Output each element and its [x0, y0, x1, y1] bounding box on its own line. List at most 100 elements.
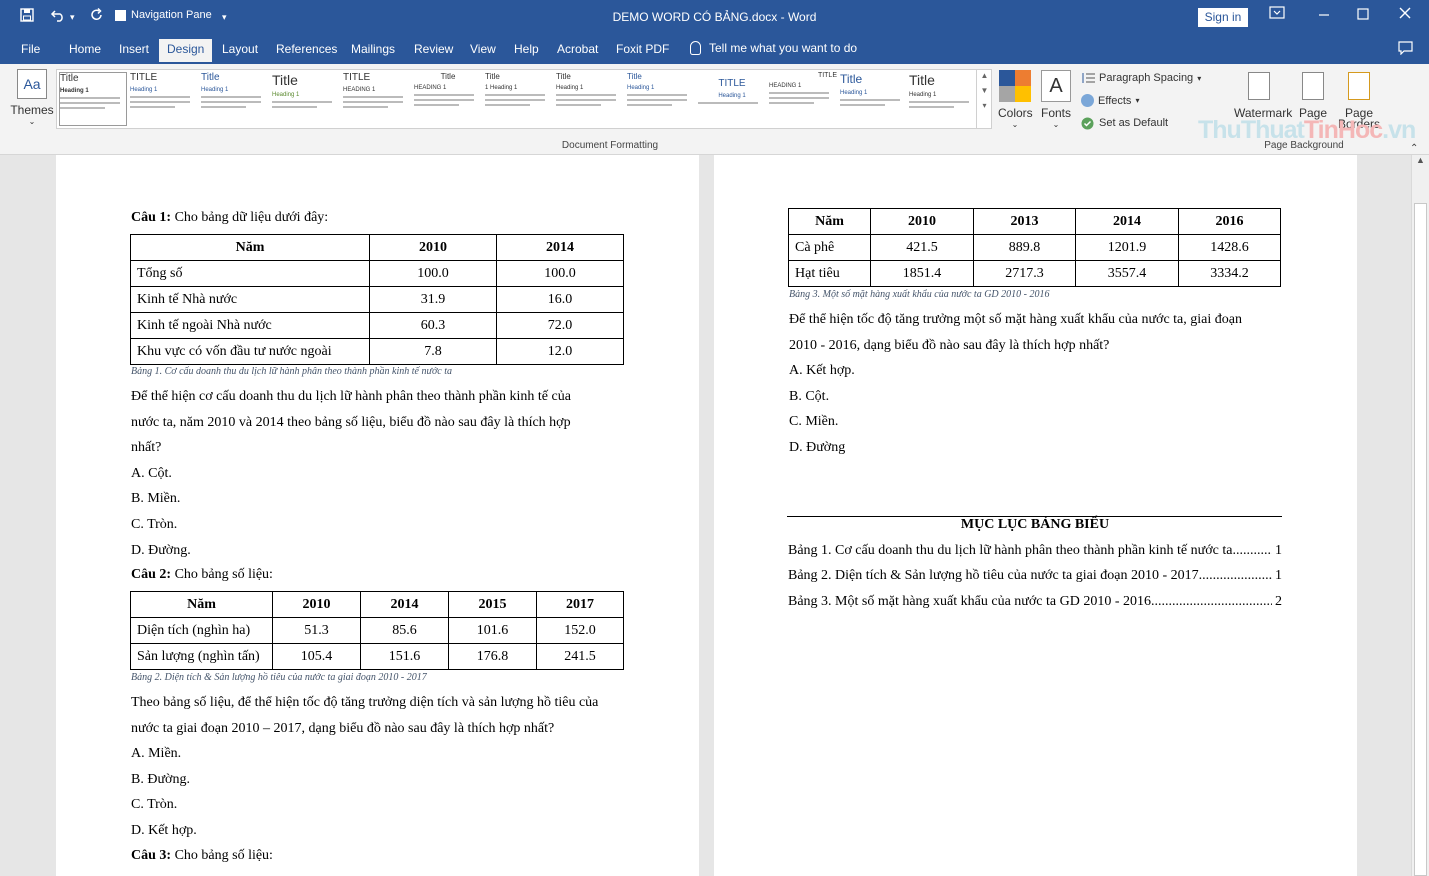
- tab-acrobat[interactable]: Acrobat: [557, 42, 598, 56]
- scrollbar-thumb[interactable]: [1414, 203, 1427, 876]
- set-as-default-button[interactable]: Set as Default: [1081, 117, 1169, 130]
- paragraph-line: Để thể hiện cơ cấu doanh thu du lịch lữ …: [131, 389, 571, 404]
- page-color-button[interactable]: Page: [1288, 72, 1338, 120]
- answer-option: B. Cột.: [789, 388, 830, 404]
- question-label: Câu 3:: [131, 848, 172, 863]
- scroll-up-icon[interactable]: ▲: [1416, 155, 1425, 165]
- style-thumb-title: Title: [556, 72, 571, 81]
- question-2-heading: Câu 2: Cho bảng số liệu:: [131, 567, 273, 583]
- toc-entry-label: Bảng 2. Diện tích & Sản lượng hồ tiêu củ…: [788, 568, 1199, 583]
- fonts-button[interactable]: A Fonts ⌄: [1040, 70, 1072, 129]
- table-cell: 100.0: [369, 260, 497, 287]
- table-cell: 16.0: [496, 286, 624, 313]
- paragraph-line: 2010 - 2016, dạng biểu đồ nào sau đây là…: [789, 337, 1110, 353]
- style-set-thumb[interactable]: Title Heading 1: [627, 72, 695, 126]
- style-set-thumb[interactable]: Title Heading 1: [556, 72, 624, 126]
- question-text: Cho bảng số liệu:: [171, 567, 273, 582]
- table-caption: Bảng 1. Cơ cấu doanh thu du lịch lữ hành…: [131, 366, 452, 377]
- table-cell: Khu vực có vốn đầu tư nước ngoài: [130, 338, 370, 365]
- maximize-icon[interactable]: [1357, 6, 1369, 24]
- tab-insert[interactable]: Insert: [119, 42, 149, 56]
- comments-icon[interactable]: [1398, 41, 1413, 58]
- table-cell: 2717.3: [973, 260, 1076, 287]
- table-header-row: Năm 2010 2013 2014 2016: [788, 208, 1281, 235]
- tab-layout[interactable]: Layout: [222, 42, 258, 56]
- tab-references[interactable]: References: [276, 42, 337, 56]
- tab-home[interactable]: Home: [69, 42, 101, 56]
- table-header-cell: 2010: [272, 591, 361, 618]
- table-cell: 51.3: [272, 617, 361, 644]
- chevron-up-icon[interactable]: ▲: [977, 71, 992, 80]
- style-set-thumb[interactable]: Title Heading 1: [272, 72, 340, 126]
- table-header-cell: 2015: [448, 591, 537, 618]
- table-cell: 421.5: [870, 234, 974, 261]
- style-thumb-title: Title: [272, 72, 298, 88]
- question-2-body: Theo bảng số liệu, để thể hiện tốc độ tă…: [131, 690, 641, 844]
- table-cell: 1428.6: [1178, 234, 1281, 261]
- table-row: Kinh tế ngoài Nhà nước 60.3 72.0: [130, 312, 624, 339]
- effects-button[interactable]: Effects ▾: [1081, 94, 1139, 107]
- style-set-thumb[interactable]: TITLE Heading 1: [130, 72, 198, 126]
- close-icon[interactable]: [1398, 6, 1412, 24]
- lightbulb-icon: [690, 41, 701, 55]
- gallery-more-icon[interactable]: ▾: [977, 101, 992, 110]
- toc-entry[interactable]: Bảng 1. Cơ cấu doanh thu du lịch lữ hành…: [788, 543, 1282, 559]
- question-3-body: Để thể hiện tốc độ tăng trưởng một số mặ…: [789, 307, 1299, 461]
- style-set-thumb[interactable]: Title HEADING 1: [414, 72, 482, 126]
- style-thumb-heading: 1 Heading 1: [485, 85, 518, 91]
- style-thumb-heading: HEADING 1: [343, 87, 376, 93]
- question-3-heading: Câu 3: Cho bảng số liệu:: [131, 848, 273, 864]
- colors-button[interactable]: Colors ⌄: [998, 70, 1033, 129]
- style-set-thumb[interactable]: TITLE Heading 1: [698, 72, 766, 126]
- answer-option: C. Tròn.: [131, 797, 178, 813]
- tell-me-search[interactable]: Tell me what you want to do: [690, 41, 857, 55]
- style-thumb-title: Title: [840, 72, 863, 86]
- tab-mailings[interactable]: Mailings: [351, 42, 395, 56]
- tab-help[interactable]: Help: [514, 42, 539, 56]
- style-set-thumb[interactable]: Title Heading 1: [59, 72, 127, 126]
- answer-option: B. Miền.: [131, 491, 181, 507]
- style-set-thumb[interactable]: Title Heading 1: [201, 72, 269, 126]
- toc-page-number: 1: [1275, 543, 1282, 558]
- style-set-thumb[interactable]: TITLE HEADING 1: [769, 72, 837, 126]
- toc-entry[interactable]: Bảng 2. Diện tích & Sản lượng hồ tiêu củ…: [788, 568, 1282, 584]
- paragraph-spacing-button[interactable]: Paragraph Spacing ▾: [1081, 72, 1201, 84]
- question-1-heading: Câu 1: Cho bảng dữ liệu dưới đây:: [131, 210, 328, 226]
- question-text: Cho bảng số liệu:: [171, 848, 273, 863]
- style-set-thumb[interactable]: Title Heading 1: [909, 72, 977, 126]
- document-workspace: Câu 1: Cho bảng dữ liệu dưới đây: Năm 20…: [0, 155, 1411, 876]
- toc-entry[interactable]: Bảng 3. Một số mặt hàng xuất khẩu của nư…: [788, 594, 1282, 610]
- sign-in-button[interactable]: Sign in: [1198, 8, 1248, 27]
- style-set-thumb[interactable]: Title 1 Heading 1: [485, 72, 553, 126]
- question-text: Cho bảng dữ liệu dưới đây:: [171, 210, 329, 225]
- themes-button[interactable]: Aa Themes ⌄: [10, 69, 54, 126]
- style-set-thumb[interactable]: Title Heading 1: [840, 72, 908, 126]
- set-as-default-label: Set as Default: [1099, 117, 1169, 129]
- style-set-thumb[interactable]: TITLE HEADING 1: [343, 72, 411, 126]
- table-cell: 60.3: [369, 312, 497, 339]
- tell-me-label: Tell me what you want to do: [709, 41, 858, 55]
- ribbon-display-options-icon[interactable]: [1269, 6, 1285, 24]
- toc-leader: ........................................…: [1150, 594, 1272, 609]
- table-header-cell: 2013: [973, 208, 1076, 235]
- fonts-icon: A: [1041, 70, 1071, 102]
- table-cell: Kinh tế Nhà nước: [130, 286, 370, 313]
- tab-view[interactable]: View: [470, 42, 496, 56]
- chevron-down-icon[interactable]: ▼: [977, 86, 992, 95]
- table-row: Tổng số 100.0 100.0: [130, 260, 624, 287]
- tab-design[interactable]: Design: [159, 39, 213, 62]
- table-header-row: Năm 2010 2014 2015 2017: [130, 591, 624, 618]
- watermark-button[interactable]: Watermark: [1234, 72, 1292, 120]
- style-thumb-title: Title: [60, 73, 79, 84]
- tab-file[interactable]: File: [21, 42, 40, 56]
- vertical-scrollbar[interactable]: ▲: [1411, 155, 1429, 876]
- gallery-scroll[interactable]: ▲ ▼ ▾: [976, 69, 992, 129]
- minimize-icon[interactable]: [1318, 6, 1330, 24]
- tab-foxit-pdf[interactable]: Foxit PDF: [616, 42, 669, 56]
- paragraph-line: nước ta giai đoạn 2010 – 2017, dạng biểu…: [131, 720, 555, 736]
- ribbon-design: Aa Themes ⌄ Title Heading 1 TITLE Headin…: [0, 64, 1429, 155]
- tab-review[interactable]: Review: [414, 42, 453, 56]
- document-page[interactable]: Câu 1: Cho bảng dữ liệu dưới đây: Năm 20…: [56, 155, 699, 876]
- collapse-ribbon-icon[interactable]: ⌃: [1410, 143, 1418, 154]
- document-page[interactable]: Năm 2010 2013 2014 2016 Cà phê 421.5 889…: [714, 155, 1357, 876]
